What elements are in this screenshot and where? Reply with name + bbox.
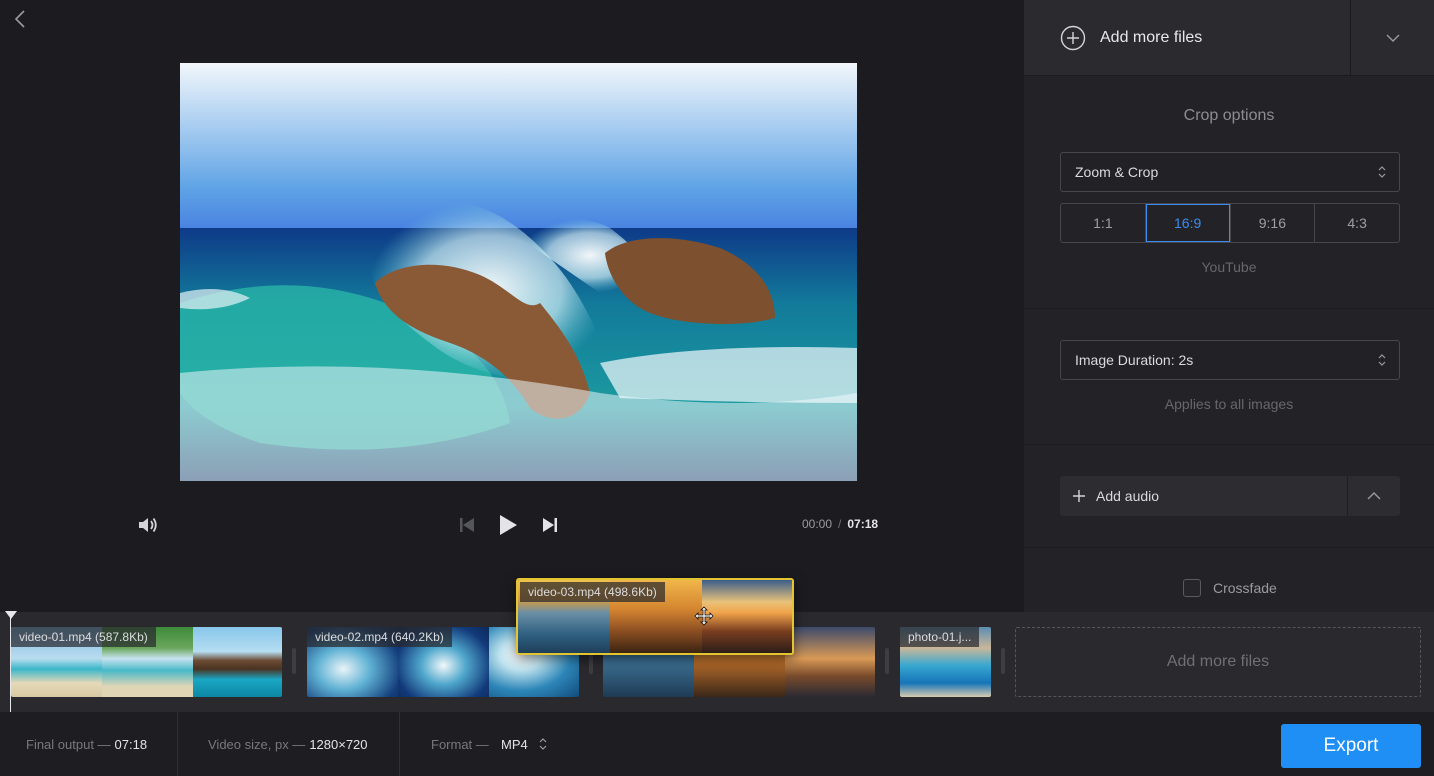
add-files-dropdown-button[interactable] bbox=[1351, 0, 1434, 76]
video-size-value: 1280×720 bbox=[309, 736, 368, 752]
volume-button[interactable] bbox=[136, 513, 160, 537]
crossfade-toggle[interactable]: Crossfade bbox=[1183, 579, 1277, 597]
section-divider bbox=[1024, 547, 1434, 548]
current-time: 00:00 bbox=[802, 517, 833, 531]
crop-mode-select[interactable]: Zoom & Crop bbox=[1060, 152, 1400, 192]
next-button[interactable] bbox=[538, 513, 562, 537]
format-select[interactable]: MP4 bbox=[501, 712, 548, 776]
crossfade-checkbox[interactable] bbox=[1183, 579, 1201, 597]
footer-divider bbox=[177, 712, 178, 776]
ratio-1-1-button[interactable]: 1:1 bbox=[1061, 204, 1146, 242]
final-output-label: Final output — bbox=[26, 736, 111, 752]
format-value: MP4 bbox=[501, 736, 528, 752]
select-arrows-icon bbox=[1378, 354, 1386, 366]
audio-collapse-button[interactable] bbox=[1348, 476, 1400, 516]
section-divider bbox=[1024, 444, 1434, 445]
total-time: 07:18 bbox=[847, 517, 879, 531]
volume-icon bbox=[139, 517, 157, 533]
duration-hint: Applies to all images bbox=[1164, 396, 1294, 412]
footer-bar: Final output — 07:18 Video size, px — 12… bbox=[0, 712, 1434, 776]
back-button[interactable] bbox=[8, 6, 32, 32]
ratio-16-9-button[interactable]: 16:9 bbox=[1146, 204, 1231, 242]
add-more-files-button[interactable]: Add more files bbox=[1024, 0, 1350, 76]
video-maker-app: 00:00 / 07:18 Add more files Crop options … bbox=[0, 0, 1434, 776]
plus-circle-icon bbox=[1060, 25, 1086, 51]
add-audio-label: Add audio bbox=[1096, 488, 1160, 504]
video-size-info: Video size, px — 1280×720 bbox=[208, 712, 368, 776]
crossfade-label: Crossfade bbox=[1213, 580, 1277, 596]
section-divider bbox=[1024, 308, 1434, 309]
final-output-info: Final output — 07:18 bbox=[26, 712, 147, 776]
clip-label: video-02.mp4 (640.2Kb) bbox=[307, 627, 452, 647]
play-icon bbox=[500, 515, 517, 535]
crop-options-title: Crop options bbox=[1183, 107, 1275, 124]
video-size-label: Video size, px — bbox=[208, 736, 306, 752]
skip-next-icon bbox=[543, 518, 557, 532]
chevron-left-icon bbox=[15, 10, 25, 28]
select-arrows-icon bbox=[1378, 166, 1386, 178]
export-button[interactable]: Export bbox=[1281, 724, 1421, 768]
previous-button[interactable] bbox=[455, 513, 479, 537]
crop-mode-value: Zoom & Crop bbox=[1075, 164, 1159, 180]
plus-icon bbox=[1072, 489, 1086, 503]
final-output-value: 07:18 bbox=[114, 736, 148, 752]
dragging-clip[interactable]: video-03.mp4 (498.6Kb) bbox=[516, 578, 794, 655]
ratio-hint: YouTube bbox=[1201, 259, 1257, 275]
chevron-down-icon bbox=[1386, 34, 1399, 42]
preview-image bbox=[180, 63, 857, 481]
time-display: 00:00 / 07:18 bbox=[802, 517, 878, 531]
image-duration-select[interactable]: Image Duration: 2s bbox=[1060, 340, 1400, 380]
add-audio-button[interactable]: Add audio bbox=[1060, 476, 1347, 516]
footer-divider bbox=[399, 712, 400, 776]
clip-label: video-01.mp4 (587.8Kb) bbox=[11, 627, 156, 647]
format-info: Format — bbox=[431, 712, 489, 776]
clip-drag-handle[interactable] bbox=[885, 648, 889, 674]
player-controls: 00:00 / 07:18 bbox=[0, 500, 1024, 550]
image-duration-value: Image Duration: 2s bbox=[1075, 352, 1194, 368]
preview-area: 00:00 / 07:18 bbox=[0, 0, 1024, 612]
clip-thumbnail bbox=[785, 627, 875, 697]
select-arrows-icon bbox=[539, 738, 547, 750]
play-button[interactable] bbox=[494, 511, 522, 539]
skip-previous-icon bbox=[460, 518, 474, 532]
clip-drag-handle[interactable] bbox=[292, 648, 296, 674]
ratio-9-16-button[interactable]: 9:16 bbox=[1231, 204, 1316, 242]
clip-thumbnail bbox=[702, 580, 792, 653]
clip-drag-handle[interactable] bbox=[1001, 648, 1005, 674]
clip-label: video-03.mp4 (498.6Kb) bbox=[520, 582, 665, 602]
chevron-up-icon bbox=[1367, 492, 1381, 500]
add-more-files-label: Add more files bbox=[1100, 29, 1203, 46]
ratio-4-3-button[interactable]: 4:3 bbox=[1315, 204, 1399, 242]
aspect-ratio-group: 1:1 16:9 9:16 4:3 bbox=[1060, 203, 1400, 243]
clip-thumbnail bbox=[193, 627, 282, 697]
playhead[interactable] bbox=[10, 612, 11, 712]
settings-panel: Add more files Crop options Zoom & Crop … bbox=[1024, 0, 1434, 612]
move-cursor-icon bbox=[694, 606, 714, 626]
timeline-clip[interactable]: photo-01.j... bbox=[900, 627, 991, 697]
format-label: Format — bbox=[431, 736, 489, 752]
add-files-header: Add more files bbox=[1024, 0, 1434, 76]
audio-bar: Add audio bbox=[1060, 476, 1400, 516]
clip-label: photo-01.j... bbox=[900, 627, 980, 647]
playhead-marker[interactable] bbox=[5, 611, 17, 619]
add-more-files-dropzone[interactable]: Add more files bbox=[1015, 627, 1421, 697]
timeline-clip[interactable]: video-01.mp4 (587.8Kb) bbox=[11, 627, 282, 697]
video-preview bbox=[180, 63, 857, 481]
time-separator: / bbox=[838, 517, 842, 531]
